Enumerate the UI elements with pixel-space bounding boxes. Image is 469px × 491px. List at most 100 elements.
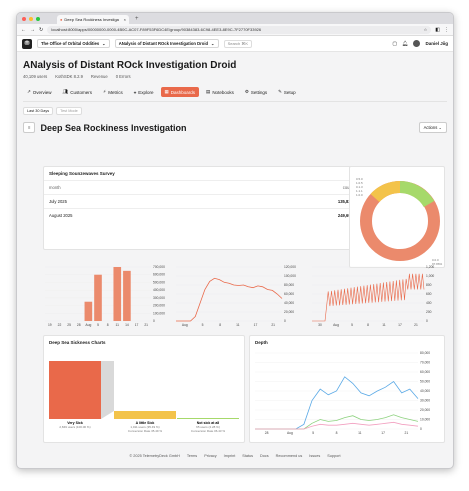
tab-metrics[interactable]: ⚡︎ Metrics (99, 87, 127, 97)
y-tick-label: 10,000 (420, 418, 430, 422)
x-tick-label: 28 (265, 431, 269, 435)
y-tick-label: 200,000 (153, 304, 165, 308)
app-label: ANalysis of Distant ROck Investigation D… (118, 41, 209, 46)
y-tick-label: 800 (426, 283, 432, 287)
tab-label: Dashboards (170, 89, 196, 95)
zoom-window-button[interactable] (36, 16, 40, 21)
tab-overview[interactable]: ↗ Overview (23, 87, 56, 97)
series-line (312, 273, 425, 322)
y-tick-label: 100,000 (153, 311, 165, 315)
y-tick-label: 300,000 (153, 296, 165, 300)
tab-notebooks[interactable]: ▤ Notebooks (202, 87, 238, 97)
new-tab-icon[interactable]: + (135, 16, 139, 22)
x-tick-label: 11 (116, 323, 120, 327)
forward-icon[interactable]: → (30, 27, 35, 33)
x-tick-label: 22 (58, 323, 62, 327)
card-title: Deep Sea Sickness Charts (49, 340, 106, 345)
bar (123, 270, 131, 321)
sidebar-toggle-icon[interactable]: ≡ (23, 122, 36, 133)
test-mode-toggle[interactable]: Test Mode (56, 107, 82, 115)
tab-label: Metrics (108, 89, 123, 95)
tab-setup[interactable]: ✎ Setup (274, 87, 300, 97)
footer-link[interactable]: Status (242, 454, 253, 458)
bar (94, 274, 102, 321)
app-selector[interactable]: ANalysis of Distant ROck Investigation D… (114, 39, 219, 48)
depth-chart: 0 10,000 20,000 30,000 40,000 50,000 60,000 70,… (255, 351, 430, 435)
tab-explore[interactable]: ⌖ Explore (130, 87, 158, 97)
depth-card: Depth 0 10,000 20,000 30,000 40,000 50,000 60,… (249, 335, 445, 443)
app-tabs: ↗ Overview 👥︎ Customers ⚡︎ Metrics ⌖ Explore… (23, 87, 447, 102)
tab-dashboards[interactable]: ▦ Dashboards (160, 87, 200, 97)
donut-chart: 0.5.0 1.0.5 0.1.3 1.1.1 1.0.0 0.0.0 97.8… (356, 177, 443, 266)
footer-link[interactable]: Privacy (204, 454, 216, 458)
table-row: August 2025 249,692 (44, 208, 358, 222)
footer-link[interactable]: Issues (309, 454, 320, 458)
y-tick-label: 200 (426, 310, 432, 314)
footer-link[interactable]: Recommend us (276, 454, 303, 458)
funnel-step-value: 2,849 users (100.00 %) (59, 425, 90, 429)
minimize-window-button[interactable] (29, 16, 33, 21)
x-tick-label: 30 (318, 323, 322, 327)
card-title: Sleeping Sounzewaves Survey (49, 171, 115, 176)
y-tick-label: 400 (426, 301, 432, 305)
y-tick-label: 20,000 (284, 310, 294, 314)
close-window-button[interactable] (22, 16, 26, 21)
y-tick-label: 80,000 (284, 283, 294, 287)
x-tick-label: 19 (48, 323, 52, 327)
org-selector[interactable]: The Office of Orbital Oddities ⌄ (37, 39, 110, 48)
donut-label: 1.0.0 (356, 193, 363, 197)
line-chart: 0 20,000 40,000 60,000 80,000 100,000 120,000 A… (176, 265, 296, 327)
y-tick-label: 80,000 (420, 351, 430, 355)
close-tab-icon[interactable]: × (124, 17, 126, 22)
x-tick-label: 17 (398, 323, 402, 327)
footer-link[interactable]: Terms (187, 454, 197, 458)
tab-settings[interactable]: ⚙︎ Settings (241, 87, 271, 97)
x-tick-label: 11 (358, 431, 362, 435)
table-row: July 2025 135,831 (44, 194, 358, 208)
back-icon[interactable]: ← (21, 27, 26, 33)
footer-link[interactable]: Imprint (224, 454, 236, 458)
cell-month: July 2025 (49, 199, 67, 204)
x-tick-label: 17 (135, 323, 139, 327)
extensions-icon[interactable]: ◧ (435, 27, 440, 33)
y-tick-label: 600,000 (153, 273, 165, 277)
user-name[interactable]: Daniel Jiig (425, 41, 448, 46)
browser-tab[interactable]: ● Deep Sea Rockiness Investiga × (57, 15, 129, 24)
overview-icon: ↗ (27, 89, 31, 94)
address-field[interactable]: localhost:8000/apps/00000000-0000-4B0C-A… (47, 25, 432, 34)
tab-label: Customers (70, 89, 93, 95)
chat-icon[interactable]: ▢ (392, 41, 397, 47)
x-tick-label: Aug (287, 431, 293, 435)
funnel-bar-very-sick (49, 361, 101, 419)
spike-chart-card: 0 200 400 600 800 1,000 1,200 30 Aug 5 8 11 17 21 (310, 259, 445, 329)
x-tick-label: 21 (271, 323, 275, 327)
setup-icon: ✎ (278, 89, 282, 94)
bar-chart-card: 0 100,000 200,000 300,000 400,000 500,000 600,… (43, 259, 171, 329)
explore-icon: ⌖ (133, 89, 137, 95)
y-tick-label: 100,000 (284, 274, 296, 278)
star-icon[interactable]: ☆ (424, 27, 428, 32)
chevron-down-icon: ⌄ (211, 41, 215, 46)
y-tick-label: 60,000 (284, 292, 294, 296)
avatar[interactable] (413, 40, 421, 47)
tab-customers[interactable]: 👥︎ Customers (59, 87, 96, 97)
bell-icon[interactable]: 🔔︎ (402, 41, 408, 47)
footer-link[interactable]: Support (327, 454, 340, 458)
chevron-down-icon: ⌄ (102, 41, 106, 46)
x-tick-label: 8 (336, 431, 338, 435)
x-tick-label: 8 (107, 323, 109, 327)
date-range-button[interactable]: Last 30 Days (23, 107, 54, 115)
funnel-bar-little-sick (114, 411, 176, 419)
menu-icon[interactable]: ⋮ (444, 27, 449, 33)
reload-icon[interactable]: ↻ (39, 27, 43, 33)
column-header: month (49, 185, 61, 190)
actions-button[interactable]: Actions ⌄ (418, 122, 447, 133)
filter-bar: Last 30 Days Test Mode (17, 102, 453, 120)
dashboard-header: ≡ Deep Sea Rockiness Investigation Actio… (17, 120, 453, 135)
dashboard-title: Deep Sea Rockiness Investigation (40, 122, 187, 133)
gear-icon: ⚙︎ (244, 89, 249, 94)
search-input[interactable]: Search ⌘K (223, 39, 253, 48)
footer-link[interactable]: Docs (260, 454, 269, 458)
app-logo[interactable]: ⛃ (22, 38, 32, 49)
browser-window: ● Deep Sea Rockiness Investiga × + ← → ↻ loc… (16, 12, 454, 469)
